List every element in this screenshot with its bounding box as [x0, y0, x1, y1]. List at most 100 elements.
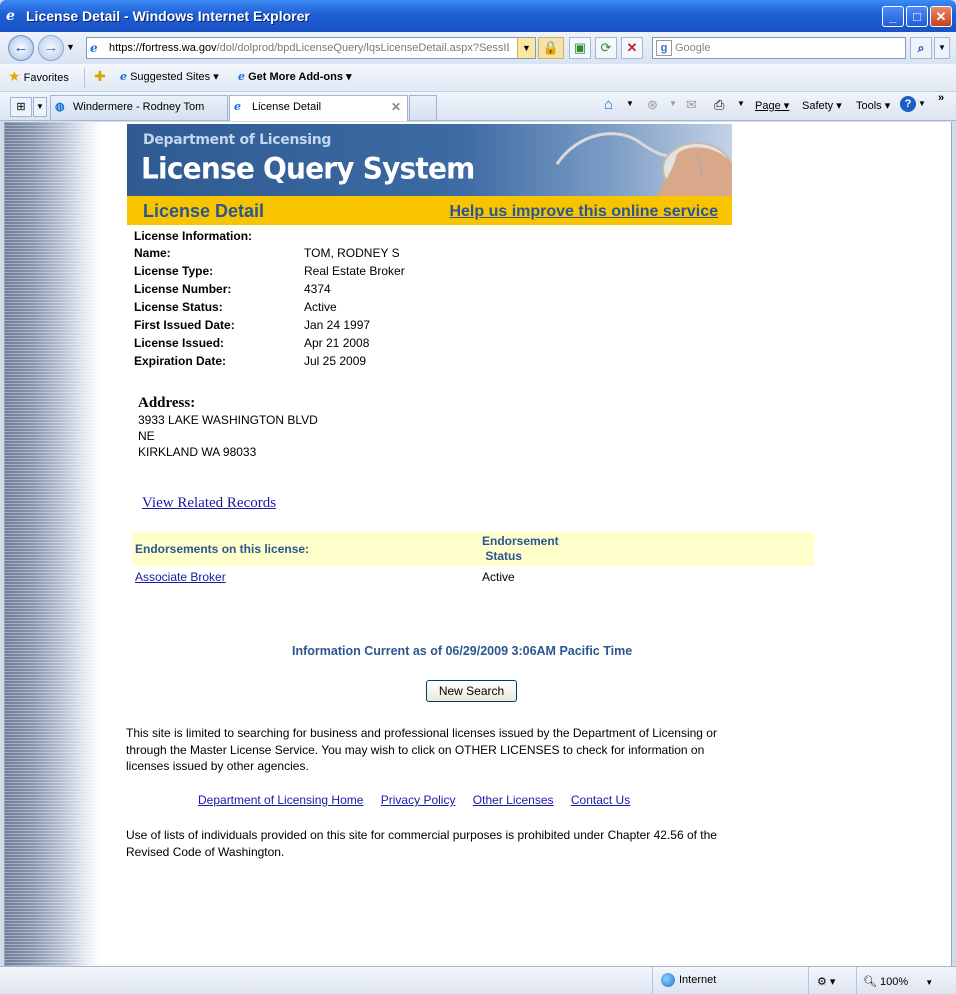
print-icon[interactable]: ⎙ [714, 97, 724, 113]
address-dropdown-icon[interactable]: ▼ [517, 38, 535, 58]
zoom-dropdown-icon: ▼ [925, 978, 934, 987]
computer-mouse-icon [555, 132, 732, 196]
feeds-dropdown-icon[interactable]: ▼ [669, 99, 677, 108]
get-addons-button[interactable]: e Get More Add-ons ▾ [238, 70, 352, 83]
tab-list-dropdown-icon[interactable]: ▼ [33, 97, 47, 117]
search-options-dropdown-icon[interactable]: ▼ [934, 37, 950, 59]
endorsements-header: Endorsements on this license: Endorsemen… [132, 532, 814, 566]
back-button[interactable]: ← [8, 35, 34, 61]
title-bar: e License Detail - Windows Internet Expl… [0, 0, 956, 32]
contact-us-link[interactable]: Contact Us [571, 793, 630, 807]
search-input[interactable]: g Google [652, 37, 906, 59]
page-content[interactable]: Department of Licensing License Query Sy… [4, 122, 952, 966]
favorites-star-icon: ★ [8, 68, 21, 84]
zone-label: Internet [679, 973, 717, 986]
favorites-button[interactable]: ★ Favorites [8, 68, 69, 85]
quick-tabs-icon[interactable]: ⊞ [10, 97, 32, 117]
window-title: License Detail - Windows Internet Explor… [26, 8, 310, 24]
endorsement-status-header-line1: Endorsement [482, 534, 559, 548]
favorites-bar: ★ Favorites ✚ e Suggested Sites ▾ e Get … [0, 64, 956, 92]
feeds-icon[interactable]: ⊛ [647, 97, 658, 113]
page-menu[interactable]: Page ▾ [755, 99, 789, 112]
favorites-label: Favorites [23, 72, 69, 84]
field-label: License Type: [134, 264, 214, 278]
zoom-icon: 🔍︎ [863, 976, 877, 988]
maximize-button[interactable]: □ [906, 6, 928, 27]
add-favorite-icon[interactable]: ✚ [94, 68, 106, 85]
legal-notice: Use of lists of individuals provided on … [126, 828, 717, 859]
help-improve-link[interactable]: Help us improve this online service [449, 203, 718, 221]
field-label: License Number: [134, 282, 232, 296]
field-label: License Status: [134, 300, 223, 314]
department-title: Department of Licensing [143, 132, 332, 148]
dol-home-link[interactable]: Department of Licensing Home [198, 793, 363, 807]
license-number-value: 4374 [304, 282, 331, 296]
endorsements-table: Endorsements on this license: Endorsemen… [132, 532, 814, 586]
globe-page-icon: ◍ [55, 101, 65, 113]
help-icon[interactable]: ? [900, 96, 916, 112]
expiration-value: Jul 25 2009 [304, 354, 367, 368]
name-value: TOM, RODNEY S [304, 246, 400, 260]
table-row: Associate Broker Active [132, 566, 814, 586]
field-label: First Issued Date: [134, 318, 235, 332]
protected-mode-section[interactable]: ⚙ ▾ [808, 967, 856, 994]
ie-page-icon: e [234, 100, 241, 113]
left-decorative-gradient [5, 122, 101, 966]
search-icon[interactable]: ⌕ [910, 37, 932, 59]
tab-license-detail[interactable]: e License Detail ✕ [229, 95, 408, 121]
mail-icon[interactable]: ✉ [686, 97, 697, 113]
chevron-more-icon[interactable]: » [938, 92, 944, 104]
close-tab-icon[interactable]: ✕ [391, 100, 401, 114]
license-type-value: Real Estate Broker [304, 264, 405, 278]
zone-section: Internet [652, 967, 808, 994]
print-dropdown-icon[interactable]: ▼ [737, 99, 745, 108]
close-button[interactable]: ✕ [930, 6, 952, 27]
endorsement-status-col-header: Endorsement Status [482, 534, 559, 564]
url-path: /dol/dolprod/bpdLicenseQuery/lqsLicenseD… [216, 42, 509, 54]
page-icon: e [90, 41, 98, 55]
privacy-policy-link[interactable]: Privacy Policy [381, 793, 456, 807]
address-line-3: KIRKLAND WA 98033 [138, 445, 257, 459]
zoom-section[interactable]: 🔍︎ 100% ▼ [856, 967, 956, 994]
help-dropdown-icon[interactable]: ▼ [918, 99, 926, 108]
suggested-sites-button[interactable]: e Suggested Sites ▾ [120, 70, 219, 83]
endorsements-col-header: Endorsements on this license: [135, 542, 310, 556]
protected-mode-icon: ⚙ ▾ [817, 976, 836, 988]
minimize-button[interactable]: _ [882, 6, 904, 27]
google-icon: g [656, 40, 672, 56]
recent-pages-dropdown-icon[interactable]: ▼ [66, 42, 75, 52]
license-info-heading: License Information: [134, 229, 253, 243]
new-search-button[interactable]: New Search [426, 680, 517, 702]
field-label: Name: [134, 246, 171, 260]
home-icon[interactable]: ⌂ [604, 96, 613, 113]
refresh-icon[interactable]: ⟳ [595, 37, 617, 59]
lock-icon[interactable]: 🔒 [538, 37, 564, 59]
endorsement-status-header-line2: Status [485, 549, 523, 563]
associate-broker-link[interactable]: Associate Broker [135, 570, 226, 584]
other-licenses-link[interactable]: Other Licenses [473, 793, 554, 807]
status-bar: Internet ⚙ ▾ 🔍︎ 100% ▼ [0, 966, 956, 994]
ie-page-icon: e [120, 70, 127, 83]
tab-windermere[interactable]: ◍ Windermere - Rodney Tom [50, 95, 228, 120]
disclaimer-text: This site is limited to searching for bu… [126, 726, 717, 773]
tools-menu[interactable]: Tools ▾ [856, 99, 890, 112]
new-tab-button[interactable] [409, 95, 437, 120]
internet-globe-icon [661, 973, 675, 987]
address-field[interactable]: e https://fortress.wa.gov/dol/dolprod/bp… [86, 37, 536, 59]
ie-page-icon: e [238, 70, 245, 83]
first-issued-value: Jan 24 1997 [304, 318, 371, 332]
system-title: License Query System [141, 151, 475, 186]
dol-banner: Department of Licensing License Query Sy… [127, 124, 732, 196]
tab-label: Windermere - Rodney Tom [73, 101, 205, 113]
forward-button[interactable]: → [38, 35, 64, 61]
view-related-records-link[interactable]: View Related Records [142, 495, 276, 512]
address-row: ← → ▼ e https://fortress.wa.gov/dol/dolp… [0, 32, 956, 64]
search-placeholder: Google [675, 42, 711, 54]
get-addons-label: Get More Add-ons ▾ [248, 71, 352, 83]
information-current-text: Information Current as of 06/29/2009 3:0… [292, 644, 633, 658]
home-dropdown-icon[interactable]: ▼ [626, 99, 634, 108]
compatibility-icon[interactable]: ▣ [569, 37, 591, 59]
safety-menu[interactable]: Safety ▾ [802, 99, 842, 112]
suggested-sites-label: Suggested Sites ▾ [130, 71, 219, 83]
stop-icon[interactable]: ✕ [621, 37, 643, 59]
